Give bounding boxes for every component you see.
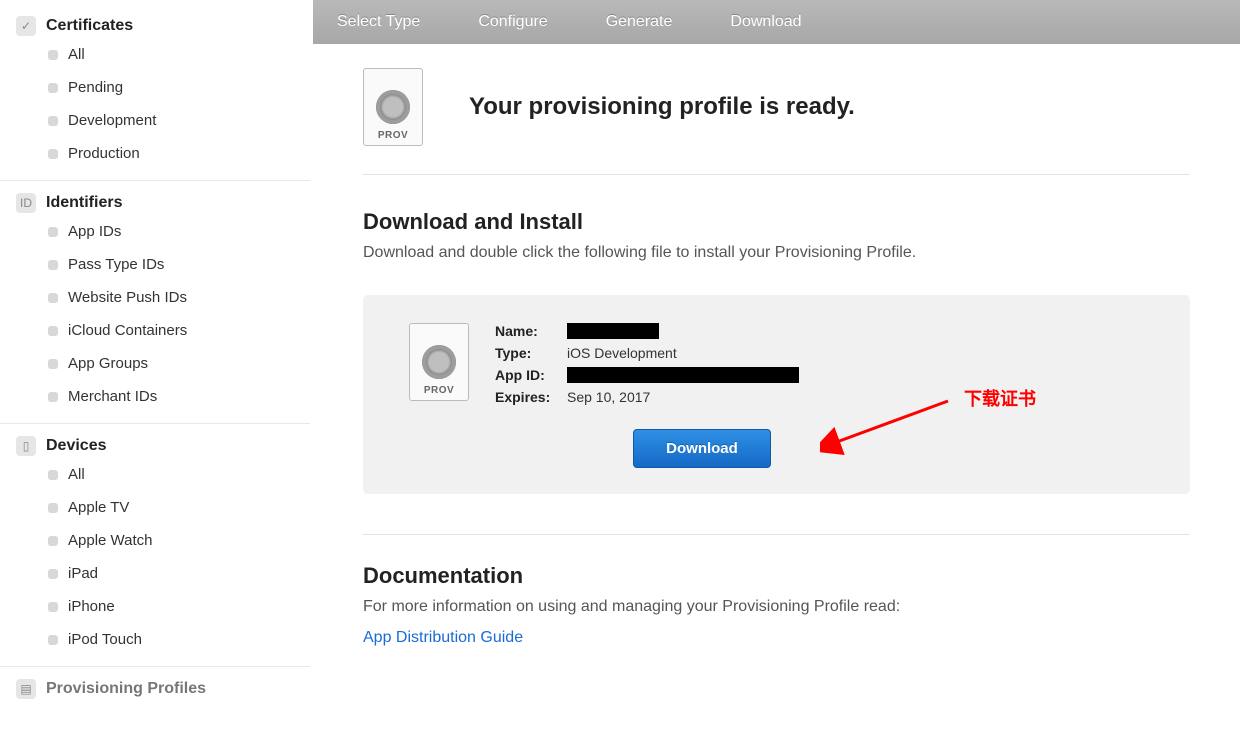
section-heading: Documentation (363, 563, 1190, 589)
bullet-icon (48, 50, 58, 60)
provisioning-profile-icon: PROV (363, 68, 423, 146)
sidebar-header-label: Devices (46, 437, 107, 455)
sidebar-header-certificates[interactable]: ✓ Certificates (0, 10, 310, 38)
sidebar-item-label: App Groups (68, 355, 148, 372)
sidebar-item-label: App IDs (68, 223, 121, 240)
sidebar-header-label: Identifiers (46, 194, 122, 212)
step-generate[interactable]: Generate (582, 13, 707, 31)
app-distribution-guide-link[interactable]: App Distribution Guide (363, 629, 523, 647)
sidebar-group-devices: ▯ Devices All Apple TV Apple Watch iPad … (0, 423, 310, 666)
sidebar-item-label: Apple Watch (68, 532, 153, 549)
icon-label: PROV (378, 130, 408, 141)
bullet-icon (48, 359, 58, 369)
sidebar-item-label: Production (68, 145, 140, 162)
sidebar-item-pass-type-ids[interactable]: Pass Type IDs (0, 248, 310, 281)
id-icon: ID (16, 193, 36, 213)
annotation-arrow (820, 395, 960, 455)
bullet-icon (48, 149, 58, 159)
sidebar-header-identifiers[interactable]: ID Identifiers (0, 187, 310, 215)
section-heading: Download and Install (363, 209, 1190, 235)
gear-icon (422, 345, 456, 379)
sidebar-header-provisioning-profiles[interactable]: ▤ Provisioning Profiles (0, 673, 310, 701)
sidebar-item-label: Apple TV (68, 499, 129, 516)
sidebar-item-apple-tv[interactable]: Apple TV (0, 491, 310, 524)
sidebar-item-label: Development (68, 112, 156, 129)
profile-card: PROV Name: Type:iOS Development App ID: … (363, 295, 1190, 494)
type-value: iOS Development (567, 345, 677, 361)
provisioning-profile-icon: PROV (409, 323, 469, 401)
hero: PROV Your provisioning profile is ready. (363, 68, 1190, 146)
device-icon: ▯ (16, 436, 36, 456)
sidebar-item-label: iPhone (68, 598, 115, 615)
sidebar-item-label: Pass Type IDs (68, 256, 164, 273)
step-configure[interactable]: Configure (454, 13, 581, 31)
bullet-icon (48, 293, 58, 303)
bullet-icon (48, 503, 58, 513)
bullet-icon (48, 116, 58, 126)
sidebar-item-label: Website Push IDs (68, 289, 187, 306)
sidebar-item-label: All (68, 466, 85, 483)
sidebar-item-label: Merchant IDs (68, 388, 157, 405)
step-bar: Select Type Configure Generate Download (313, 0, 1240, 45)
sidebar-header-label: Certificates (46, 17, 133, 35)
sidebar-item-production[interactable]: Production (0, 137, 310, 170)
step-select-type[interactable]: Select Type (313, 13, 454, 31)
expires-label: Expires: (495, 389, 567, 405)
type-label: Type: (495, 345, 567, 361)
bullet-icon (48, 326, 58, 336)
sidebar-item-label: iCloud Containers (68, 322, 187, 339)
bullet-icon (48, 569, 58, 579)
sidebar-item-all[interactable]: All (0, 38, 310, 71)
download-install-section: Download and Install Download and double… (363, 175, 1190, 295)
documentation-section: Documentation For more information on us… (363, 535, 1190, 647)
download-button[interactable]: Download (633, 429, 771, 468)
gear-icon (376, 90, 410, 124)
bullet-icon (48, 227, 58, 237)
sidebar-item-app-groups[interactable]: App Groups (0, 347, 310, 380)
bullet-icon (48, 602, 58, 612)
step-download[interactable]: Download (706, 13, 835, 31)
sidebar-item-label: All (68, 46, 85, 63)
sidebar-item-icloud-containers[interactable]: iCloud Containers (0, 314, 310, 347)
bullet-icon (48, 536, 58, 546)
certificate-icon: ✓ (16, 16, 36, 36)
sidebar-group-certificates: ✓ Certificates All Pending Development P… (0, 0, 310, 180)
section-subtext: Download and double click the following … (363, 241, 1190, 265)
sidebar-group-provisioning-profiles: ▤ Provisioning Profiles (0, 666, 310, 711)
page-title: Your provisioning profile is ready. (469, 93, 855, 121)
file-icon: ▤ (16, 679, 36, 699)
bullet-icon (48, 260, 58, 270)
sidebar-item-ipod-touch[interactable]: iPod Touch (0, 623, 310, 656)
sidebar-item-apple-watch[interactable]: Apple Watch (0, 524, 310, 557)
bullet-icon (48, 83, 58, 93)
appid-value-redacted (567, 367, 799, 383)
sidebar-header-label: Provisioning Profiles (46, 680, 206, 698)
icon-label: PROV (424, 385, 454, 396)
bullet-icon (48, 392, 58, 402)
sidebar-item-label: Pending (68, 79, 123, 96)
name-label: Name: (495, 323, 567, 339)
sidebar-item-label: iPad (68, 565, 98, 582)
bullet-icon (48, 470, 58, 480)
sidebar-item-devices-all[interactable]: All (0, 458, 310, 491)
sidebar-item-merchant-ids[interactable]: Merchant IDs (0, 380, 310, 413)
sidebar-header-devices[interactable]: ▯ Devices (0, 430, 310, 458)
sidebar-item-app-ids[interactable]: App IDs (0, 215, 310, 248)
sidebar-item-development[interactable]: Development (0, 104, 310, 137)
sidebar: ✓ Certificates All Pending Development P… (0, 0, 310, 743)
sidebar-item-website-push-ids[interactable]: Website Push IDs (0, 281, 310, 314)
expires-value: Sep 10, 2017 (567, 389, 650, 405)
main-content: PROV Your provisioning profile is ready.… (313, 44, 1240, 743)
bullet-icon (48, 635, 58, 645)
section-subtext: For more information on using and managi… (363, 595, 1190, 619)
sidebar-item-pending[interactable]: Pending (0, 71, 310, 104)
sidebar-item-ipad[interactable]: iPad (0, 557, 310, 590)
name-value-redacted (567, 323, 659, 339)
appid-label: App ID: (495, 367, 567, 383)
sidebar-group-identifiers: ID Identifiers App IDs Pass Type IDs Web… (0, 180, 310, 423)
sidebar-item-iphone[interactable]: iPhone (0, 590, 310, 623)
annotation-text: 下载证书 (964, 385, 1036, 411)
sidebar-item-label: iPod Touch (68, 631, 142, 648)
profile-meta: Name: Type:iOS Development App ID: Expir… (495, 323, 799, 468)
